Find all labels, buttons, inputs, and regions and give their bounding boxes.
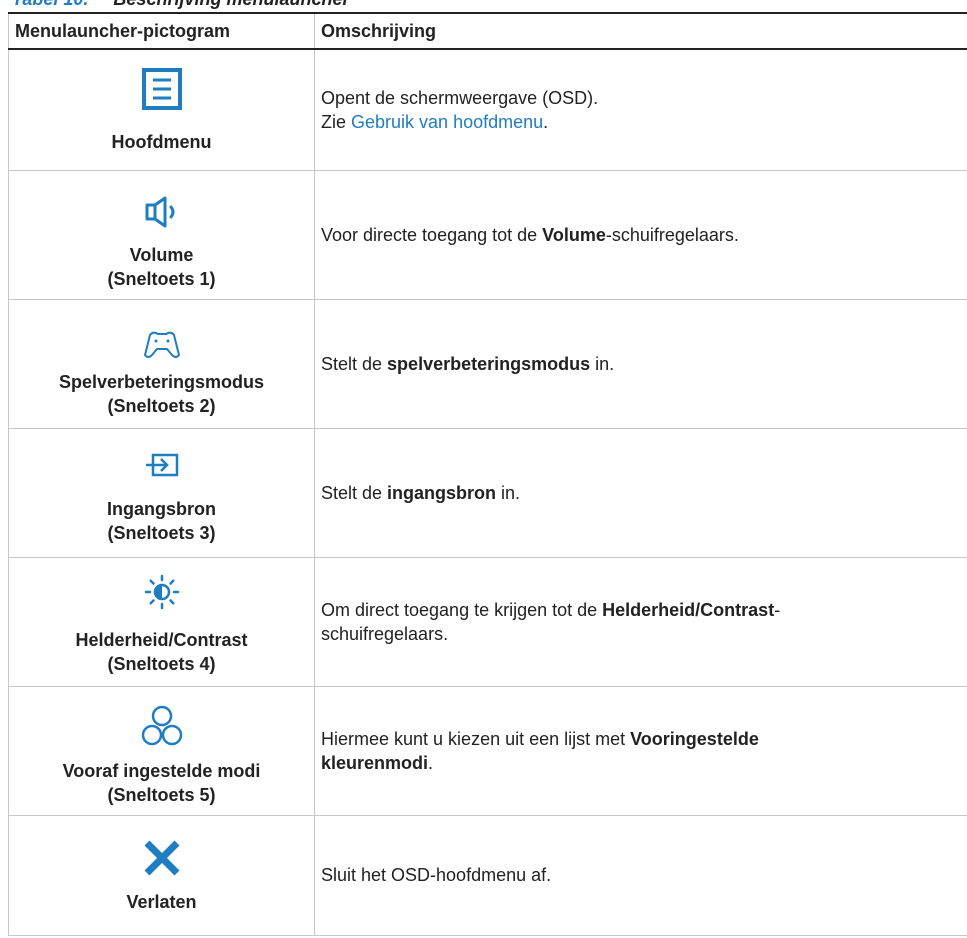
description-cell: Hiermee kunt u kiezen uit een lijst met …: [314, 685, 967, 816]
table-row: Helderheid/Contrast (Sneltoets 4) Om dir…: [8, 556, 967, 687]
table-row: Spelverbeteringsmodus (Sneltoets 2) Stel…: [8, 298, 967, 429]
description-cell: Stelt de spelverbeteringsmodus in.: [314, 298, 967, 429]
menu-icon: [141, 68, 182, 110]
description-cell: Stelt de ingangsbron in.: [314, 427, 967, 558]
description-cell: Voor directe toegang tot de Volume-schui…: [314, 169, 967, 300]
shortcut-label: (Sneltoets 1): [107, 268, 216, 289]
menu-launcher-table: Menulauncher-pictogram Omschrijving Hoof…: [8, 12, 967, 936]
brightness-icon: [144, 574, 179, 609]
caption-number: Tabel 10.: [12, 0, 88, 9]
color-circles-icon: [141, 705, 182, 745]
icon-label: Hoofdmenu: [111, 132, 212, 152]
caption-title: Beschrijving menulauncher: [113, 0, 349, 9]
description-text: Zie: [321, 111, 352, 132]
table-row: Vooraf ingestelde modi (Sneltoets 5) Hie…: [8, 685, 967, 816]
speaker-icon: [145, 196, 174, 227]
table-row: Ingangsbron (Sneltoets 3) Stelt de ingan…: [8, 427, 967, 558]
description-text: Opent de schermweergave (OSD).: [321, 87, 599, 108]
shortcut-label: (Sneltoets 4): [107, 653, 216, 674]
icon-cell: Ingangsbron (Sneltoets 3): [8, 427, 315, 558]
table-caption: Tabel 10. Beschrijving menulauncher: [12, 0, 350, 11]
header-description-column: Omschrijving: [314, 12, 967, 50]
table-header-row: Menulauncher-pictogram Omschrijving: [8, 12, 967, 50]
icon-cell: Spelverbeteringsmodus (Sneltoets 2): [8, 298, 315, 429]
icon-label: Verlaten: [126, 891, 197, 912]
icon-cell: Vooraf ingestelde modi (Sneltoets 5): [8, 685, 315, 816]
close-icon: [144, 840, 179, 875]
gamepad-icon: [143, 331, 180, 358]
icon-label: Helderheid/Contrast: [75, 629, 248, 650]
description-cell: Om direct toegang te krijgen tot de Held…: [314, 556, 967, 687]
link-gebruik-van-hoofdmenu[interactable]: Gebruik van hoofdmenu: [351, 112, 543, 132]
input-source-icon: [145, 453, 178, 476]
header-icon-column: Menulauncher-pictogram: [8, 12, 315, 50]
icon-label: Vooraf ingestelde modi: [62, 760, 261, 781]
shortcut-label: (Sneltoets 2): [107, 395, 216, 416]
icon-cell: Hoofdmenu: [8, 48, 315, 171]
table-row: Volume (Sneltoets 1) Voor directe toegan…: [8, 169, 967, 300]
icon-cell: Helderheid/Contrast (Sneltoets 4): [8, 556, 315, 687]
table-row: Verlaten Sluit het OSD-hoofdmenu af.: [8, 814, 967, 936]
shortcut-label: (Sneltoets 5): [107, 784, 216, 805]
icon-label: Spelverbeteringsmodus: [58, 371, 265, 392]
icon-label: Volume: [129, 244, 194, 265]
icon-label: Ingangsbron: [107, 498, 216, 519]
shortcut-label: (Sneltoets 3): [107, 522, 216, 543]
icon-cell: Verlaten: [8, 814, 315, 936]
table-row: Hoofdmenu Opent de schermweergave (OSD).…: [8, 48, 967, 171]
description-cell: Opent de schermweergave (OSD). Zie Gebru…: [314, 48, 967, 171]
description-cell: Sluit het OSD-hoofdmenu af.: [314, 814, 967, 936]
icon-cell: Volume (Sneltoets 1): [8, 169, 315, 300]
